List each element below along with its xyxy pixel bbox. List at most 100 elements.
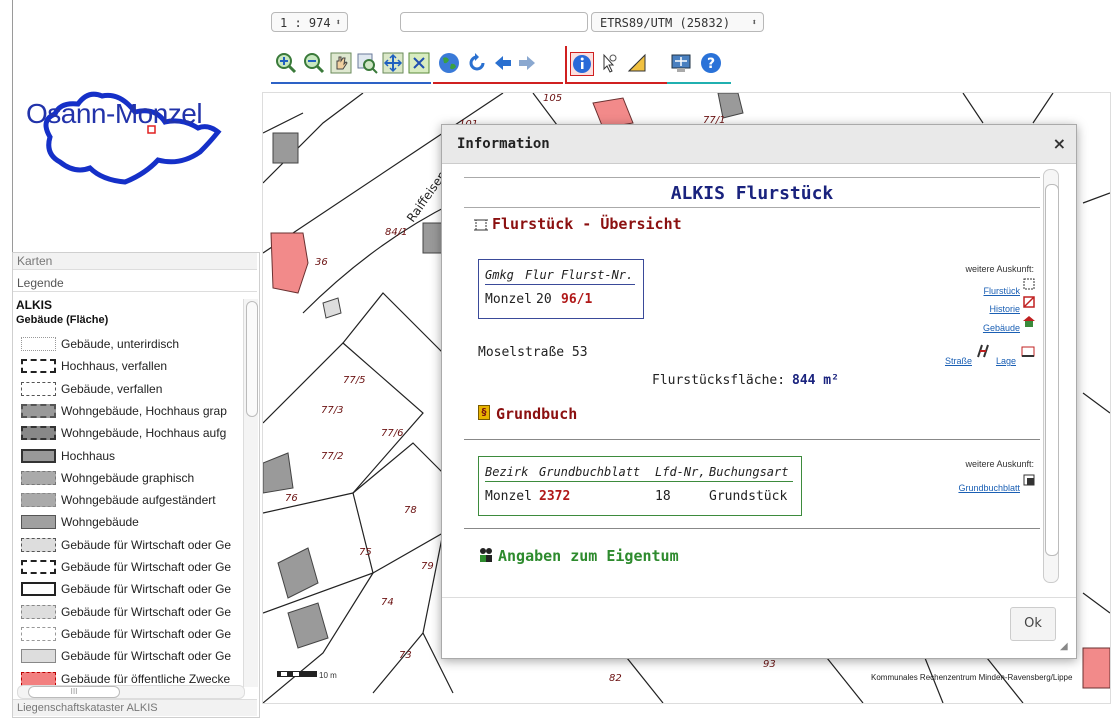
legend-swatch <box>21 649 56 664</box>
divider <box>464 528 1040 529</box>
book-icon[interactable] <box>1022 472 1036 491</box>
th-grundbuchblatt: Grundbuchblatt <box>539 465 641 479</box>
td-bezirk: Monzel <box>485 489 532 504</box>
legend-item-label: Wohngebäude <box>61 515 139 530</box>
svg-text:73: 73 <box>399 650 412 661</box>
th-gmkg: Gmkg <box>485 268 514 282</box>
legend-swatch <box>21 493 56 508</box>
ok-button[interactable]: Ok <box>1010 607 1056 641</box>
legend-item: Gebäude für Wirtschaft oder Ge <box>21 556 241 578</box>
refresh-icon[interactable] <box>466 52 488 74</box>
legend-item: Wohngebäude aufgeständert <box>21 489 241 511</box>
tab-legende[interactable]: Legende <box>13 275 257 292</box>
svg-text:?: ? <box>707 56 715 72</box>
legend-swatch <box>21 515 56 530</box>
close-icon[interactable]: × <box>1053 134 1066 153</box>
th-lfd-nr: Lfd-Nr, <box>655 465 706 479</box>
resize-handle-icon[interactable]: ◢ <box>1060 641 1068 652</box>
scrollbar-thumb[interactable] <box>246 301 258 417</box>
legend-swatch <box>21 337 56 351</box>
dialog-content: ALKIS Flurstück Flurstück - Übersicht Gm… <box>464 177 1040 577</box>
dialog-title: Information <box>457 136 550 152</box>
zoom-extent-icon[interactable] <box>382 52 404 74</box>
measure-icon[interactable] <box>626 52 648 74</box>
dialog-scrollbar-thumb[interactable] <box>1045 184 1059 556</box>
legend-item: Gebäude, unterirdisch <box>21 333 241 355</box>
parcel-icon[interactable] <box>1022 276 1036 295</box>
link-lage[interactable]: Lage <box>992 349 1016 368</box>
legend-item-label: Gebäude für Wirtschaft oder Ge <box>61 537 232 552</box>
legend-group-subtitle: Gebäude (Fläche) <box>16 314 109 326</box>
legend-item: Gebäude für Wirtschaft oder Ge <box>21 578 241 600</box>
legend-swatch <box>21 426 56 441</box>
zoom-in-icon[interactable] <box>275 52 297 74</box>
logo-text: Osann-Monzel <box>26 98 203 129</box>
search-input[interactable] <box>400 12 588 32</box>
svg-text:84/1: 84/1 <box>385 227 407 238</box>
more-info-label-2: weitere Auskunft: <box>965 459 1034 469</box>
section-grundbuch-title: Grundbuch <box>496 405 578 423</box>
legend-scrollbar[interactable] <box>243 299 258 687</box>
location-icon[interactable] <box>1020 343 1036 363</box>
history-icon[interactable] <box>1022 294 1036 313</box>
tab-karten[interactable]: Karten <box>13 253 257 270</box>
legend-item-label: Hochhaus, verfallen <box>61 359 168 374</box>
select-cursor-icon[interactable] <box>598 52 620 74</box>
scale-value: 1 : 974 <box>280 16 331 30</box>
crs-select[interactable]: ETRS89/UTM (25832) ⬍ <box>591 12 764 32</box>
map-copyright: Kommunales Rechenzentrum Minden-Ravensbe… <box>871 673 1073 682</box>
legend-item-label: Gebäude für Wirtschaft oder Ge <box>61 649 232 664</box>
svg-text:79: 79 <box>421 561 434 572</box>
th-flurst-nr: Flurst-Nr. <box>561 268 634 282</box>
legend-swatch <box>21 448 56 463</box>
legend-item-label: Gebäude für Wirtschaft oder Ge <box>61 560 232 574</box>
legend-swatch <box>21 537 56 552</box>
svg-text:74: 74 <box>381 597 394 608</box>
td-flur: 20 <box>536 292 552 307</box>
parcel-icon <box>474 217 488 236</box>
fullscreen-icon[interactable] <box>408 52 430 74</box>
link-historie[interactable]: Historie <box>934 297 1020 316</box>
info-icon[interactable] <box>570 52 594 76</box>
legend-item: Wohngebäude, Hochhaus grap <box>21 400 241 422</box>
link-gebaeude[interactable]: Gebäude <box>934 316 1020 335</box>
spin-arrows-icon: ⬍ <box>335 18 341 28</box>
zoom-box-icon[interactable] <box>356 52 378 74</box>
area-label: Flurstücksfläche: <box>652 373 786 388</box>
pan-hand-icon[interactable] <box>330 52 352 74</box>
legend-swatch <box>21 626 56 641</box>
forward-arrow-icon[interactable] <box>516 52 538 74</box>
legend-item-label: Wohngebäude graphisch <box>61 470 195 485</box>
street-icon[interactable] <box>976 343 992 363</box>
divider <box>464 439 1040 440</box>
more-info-label: weitere Auskunft: <box>965 264 1034 274</box>
svg-text:77/2: 77/2 <box>321 451 343 462</box>
legend-item: Gebäude für Wirtschaft oder Ge <box>21 534 241 556</box>
help-icon[interactable]: ? <box>700 52 722 74</box>
legend-swatch <box>21 359 56 374</box>
legend-item: Gebäude für Wirtschaft oder Ge <box>21 601 241 623</box>
legend-group-title: ALKIS <box>16 298 52 312</box>
divider <box>442 597 1076 598</box>
dialog-scrollbar[interactable] <box>1043 169 1059 583</box>
panel-footer: Liegenschaftskataster ALKIS <box>13 699 257 716</box>
print-map-icon[interactable] <box>670 52 692 74</box>
link-strasse[interactable]: Straße <box>934 349 972 368</box>
grundbuch-icon: § <box>478 405 490 420</box>
svg-text:82: 82 <box>609 673 622 684</box>
back-arrow-icon[interactable] <box>492 52 514 74</box>
legend-item-label: Gebäude für öffentliche Zwecke <box>61 671 231 686</box>
hscroll-thumb[interactable]: III <box>28 686 120 698</box>
divider <box>485 284 635 285</box>
scale-select[interactable]: 1 : 974 ⬍ <box>271 12 348 32</box>
globe-icon[interactable] <box>438 52 460 74</box>
dialog-titlebar[interactable]: Information × <box>442 125 1076 164</box>
legend-hscrollbar[interactable]: III <box>17 685 245 699</box>
zoom-out-icon[interactable] <box>303 52 325 74</box>
layer-panel: Karten Legende ALKIS Gebäude (Fläche) Ge… <box>12 252 260 718</box>
link-flurstueck[interactable]: Flurstück <box>934 279 1020 298</box>
legend-item-label: Wohngebäude aufgeständert <box>61 493 216 508</box>
link-grundbuchblatt[interactable]: Grundbuchblatt <box>924 476 1020 495</box>
svg-text:93: 93 <box>763 659 776 670</box>
building-icon[interactable] <box>1022 313 1036 332</box>
